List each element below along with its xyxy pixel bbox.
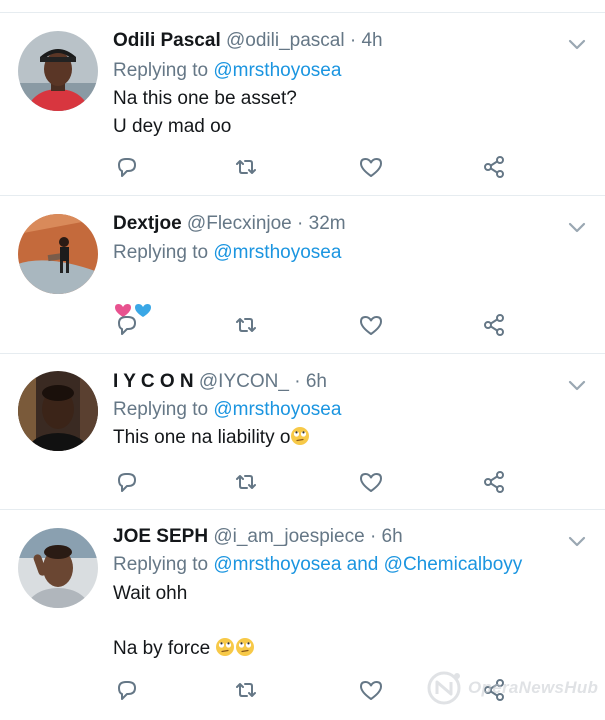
reply-icon[interactable] [113, 468, 141, 496]
mention-link[interactable]: @mrsthoyosea [213, 242, 341, 263]
replying-to-label: Replying to [113, 60, 209, 81]
mention-link[interactable]: @mrsthoyosea and @Chemicalboyy [213, 554, 522, 575]
separator-dot: · [297, 213, 304, 234]
face-with-rolling-eyes-emoji [235, 637, 255, 657]
reply-icon[interactable] [113, 311, 141, 339]
display-name[interactable]: Odili Pascal [113, 30, 221, 51]
tweet-text-content: Na by force [113, 638, 211, 659]
timestamp[interactable]: 32m [309, 213, 346, 234]
timestamp[interactable]: 4h [361, 30, 382, 51]
face-with-rolling-eyes-emoji [215, 637, 235, 657]
share-icon[interactable] [480, 468, 508, 496]
replying-to-label: Replying to [113, 399, 209, 420]
user-handle[interactable]: @i_am_joespiece [213, 526, 364, 547]
tweet-header: I Y C O N @IYCON_ · 6h [113, 370, 327, 394]
display-name[interactable]: JOE SEPH [113, 526, 208, 547]
avatar[interactable] [18, 31, 98, 111]
tweet-actions [0, 153, 605, 181]
heart-icon[interactable] [357, 153, 385, 181]
avatar[interactable] [18, 371, 98, 451]
replying-to-line: Replying to @mrsthoyosea [113, 241, 341, 265]
retweet-icon[interactable] [232, 468, 260, 496]
share-icon[interactable] [480, 311, 508, 339]
tweet-text: Na this one be asset? U dey mad oo [113, 88, 297, 137]
user-handle[interactable]: @IYCON_ [199, 371, 289, 392]
tweet-reply[interactable]: Odili Pascal @odili_pascal · 4h Replying… [0, 14, 605, 196]
replying-to-line: Replying to @mrsthoyosea [113, 398, 341, 422]
watermark-text: OperaNewsHub [468, 678, 599, 697]
user-handle[interactable]: @odili_pascal [226, 30, 345, 51]
top-divider [0, 12, 605, 13]
retweet-icon[interactable] [232, 153, 260, 181]
chevron-down-icon[interactable] [565, 216, 589, 240]
reply-icon[interactable] [113, 676, 141, 704]
reply-icon[interactable] [113, 153, 141, 181]
separator-dot: · [349, 30, 357, 51]
tweet-text: This one na liability o [113, 424, 310, 452]
user-handle[interactable]: @Flecxinjoe [187, 213, 292, 234]
retweet-icon[interactable] [232, 311, 260, 339]
retweet-icon[interactable] [232, 676, 260, 704]
mention-link[interactable]: @mrsthoyosea [213, 60, 341, 81]
avatar[interactable] [18, 528, 98, 608]
tweet-text: Na by force [113, 635, 255, 663]
tweet-text: Wait ohh [113, 583, 188, 604]
chevron-down-icon[interactable] [565, 530, 589, 554]
tweet-header: Dextjoe @Flecxinjoe · 32m [113, 212, 346, 236]
display-name[interactable]: Dextjoe [113, 213, 182, 234]
watermark-logo-icon [424, 668, 464, 708]
tweet-header: JOE SEPH @i_am_joespiece · 6h [113, 525, 403, 549]
heart-icon[interactable] [357, 311, 385, 339]
heart-icon[interactable] [357, 676, 385, 704]
face-with-rolling-eyes-emoji [290, 426, 310, 446]
timestamp[interactable]: 6h [382, 526, 403, 547]
separator-dot: · [294, 371, 301, 392]
watermark: OperaNewsHub [416, 666, 601, 710]
heart-icon[interactable] [357, 468, 385, 496]
separator-dot: · [369, 526, 377, 547]
share-icon[interactable] [480, 153, 508, 181]
timestamp[interactable]: 6h [306, 371, 327, 392]
replying-to-line: Replying to @mrsthoyosea and @Chemicalbo… [113, 553, 522, 577]
replying-to-line: Replying to @mrsthoyosea [113, 59, 341, 83]
chevron-down-icon[interactable] [565, 33, 589, 57]
avatar[interactable] [18, 214, 98, 294]
chevron-down-icon[interactable] [565, 374, 589, 398]
tweet-reply[interactable]: Dextjoe @Flecxinjoe · 32m Replying to @m… [0, 196, 605, 354]
display-name[interactable]: I Y C O N [113, 371, 194, 392]
replying-to-label: Replying to [113, 554, 209, 575]
tweet-actions [0, 311, 605, 339]
mention-link[interactable]: @mrsthoyosea [213, 399, 341, 420]
tweet-header: Odili Pascal @odili_pascal · 4h [113, 29, 383, 53]
tweet-reply[interactable]: I Y C O N @IYCON_ · 6h Replying to @mrst… [0, 354, 605, 510]
tweet-text-content: This one na liability o [113, 427, 291, 448]
tweet-actions [0, 468, 605, 496]
replying-to-label: Replying to [113, 242, 209, 263]
